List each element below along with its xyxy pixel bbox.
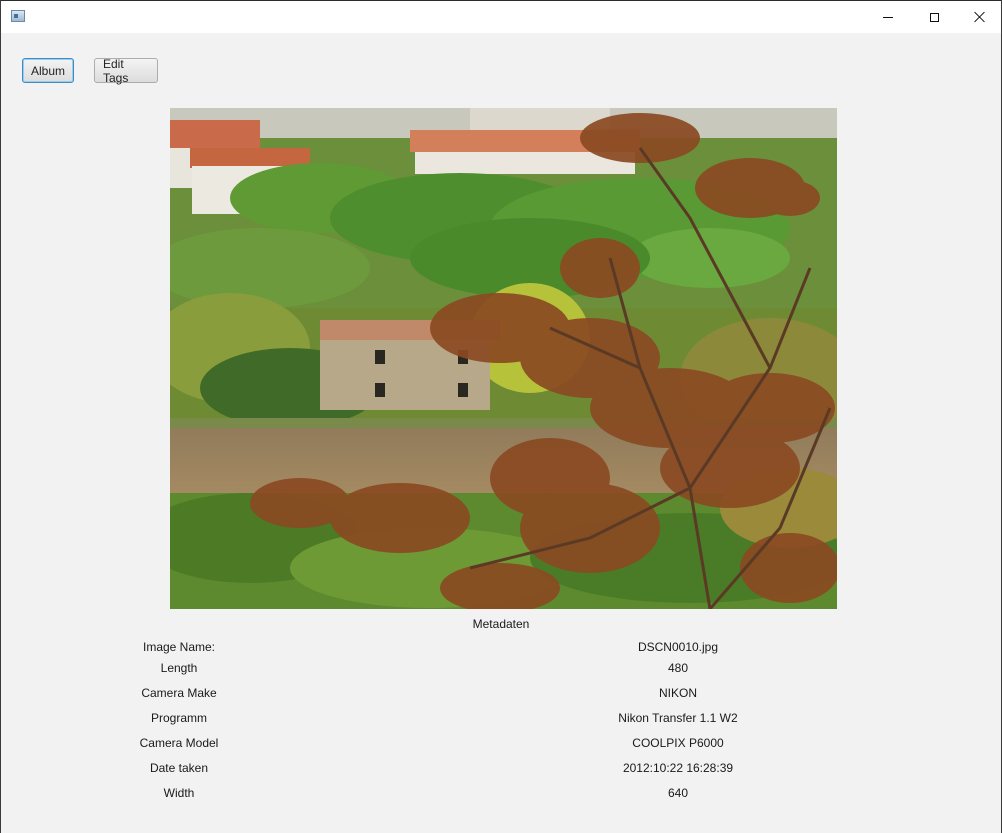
maximize-icon — [929, 12, 939, 22]
metadata-row-camera-model: Camera Model COOLPIX P6000 — [1, 736, 1001, 752]
minimize-button[interactable] — [865, 1, 911, 33]
metadata-value: 480 — [667, 661, 689, 675]
metadata-key: Length — [160, 661, 198, 675]
photo-preview — [170, 108, 837, 609]
landscape-photo-image — [170, 108, 837, 609]
maximize-button[interactable] — [911, 1, 957, 33]
app-window: Album Edit Tags Metadaten Image Name: DS… — [0, 0, 1002, 833]
close-button[interactable] — [957, 1, 1002, 33]
metadata-key: Image Name: — [142, 640, 216, 654]
metadata-key: Camera Make — [141, 686, 217, 700]
metadata-row-programm: Programm Nikon Transfer 1.1 W2 — [1, 711, 1001, 727]
minimize-icon — [883, 16, 893, 18]
metadata-row-image-name: Image Name: DSCN0010.jpg — [1, 640, 1001, 656]
metadata-value: 2012:10:22 16:28:39 — [622, 761, 734, 775]
close-icon — [974, 11, 986, 23]
metadata-key: Programm — [150, 711, 207, 725]
metadata-row-camera-make: Camera Make NIKON — [1, 686, 1001, 702]
album-button[interactable]: Album — [22, 58, 74, 83]
metadata-value: COOLPIX P6000 — [632, 736, 724, 750]
metadata-key: Width — [163, 786, 195, 800]
metadata-value: NIKON — [658, 686, 697, 700]
title-bar[interactable] — [1, 1, 1001, 33]
edit-tags-button[interactable]: Edit Tags — [94, 57, 158, 85]
metadata-key: Camera Model — [139, 736, 219, 750]
metadata-title: Metadaten — [472, 617, 530, 631]
metadata-value: Nikon Transfer 1.1 W2 — [618, 711, 738, 725]
metadata-key: Date taken — [149, 761, 209, 775]
metadata-row-date-taken: Date taken 2012:10:22 16:28:39 — [1, 761, 1001, 777]
metadata-value: DSCN0010.jpg — [637, 640, 719, 654]
metadata-row-width: Width 640 — [1, 786, 1001, 802]
metadata-row-length: Length 480 — [1, 661, 1001, 677]
metadata-value: 640 — [667, 786, 689, 800]
app-icon — [11, 10, 25, 22]
